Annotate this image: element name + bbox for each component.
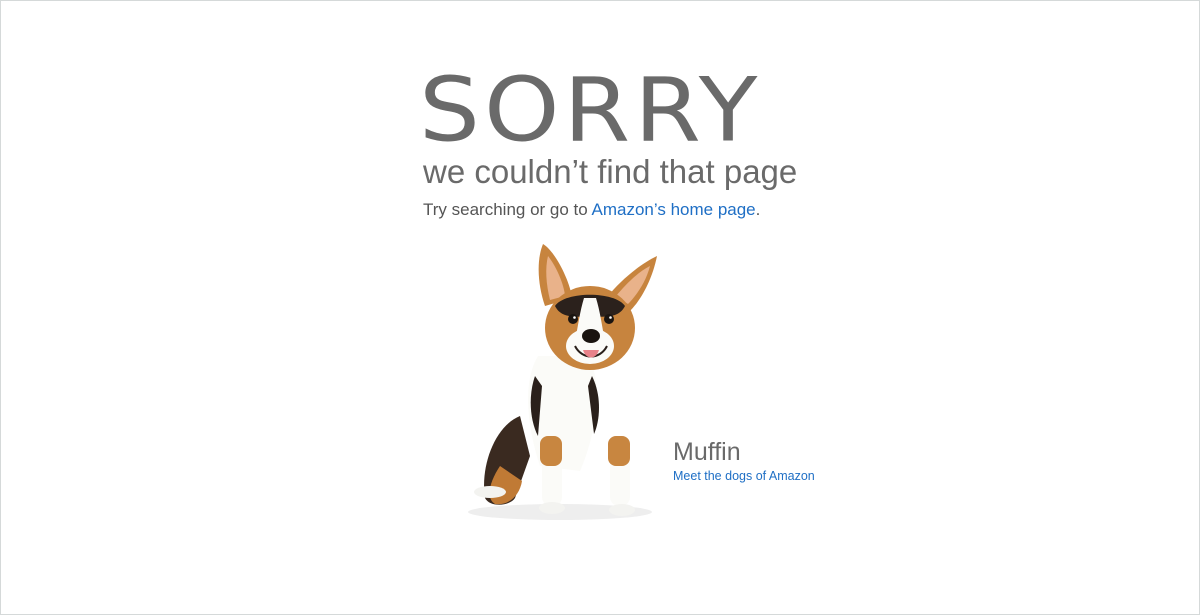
search-prompt: Try searching or go to Amazon’s home pag…	[423, 200, 760, 220]
meet-dogs-link[interactable]: Meet the dogs of Amazon	[673, 469, 815, 483]
not-found-subheadline: we couldn’t find that page	[423, 153, 798, 190]
home-page-link[interactable]: Amazon’s home page	[592, 200, 756, 219]
search-prompt-text: Try searching or go to	[423, 200, 592, 219]
corgi-dog-photo	[468, 244, 657, 520]
sorry-headline: SORRY	[419, 58, 762, 162]
search-prompt-end: .	[755, 200, 761, 219]
dog-name: Muffin	[673, 438, 741, 466]
